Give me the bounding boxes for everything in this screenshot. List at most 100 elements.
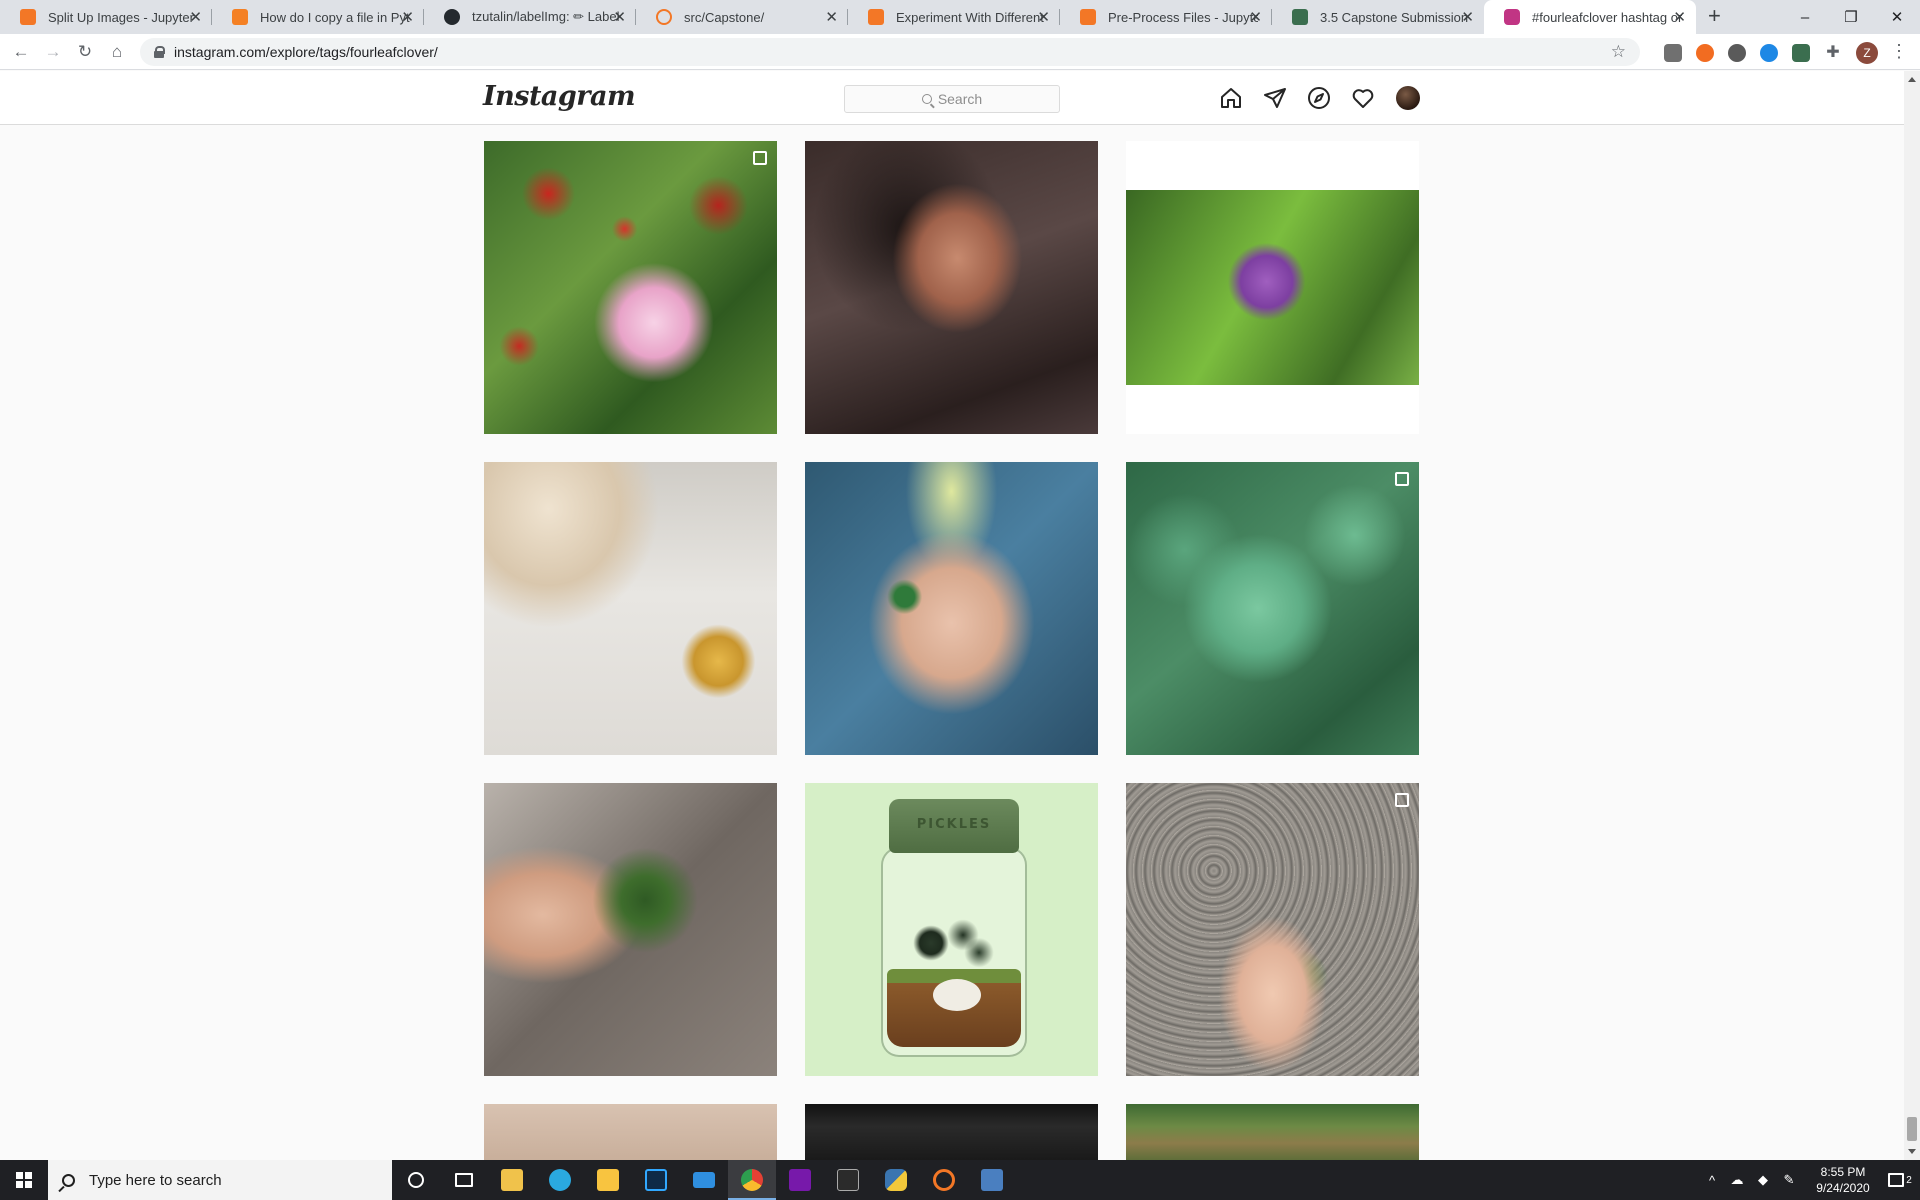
- home-button[interactable]: ⌂: [105, 40, 129, 64]
- honey-icon[interactable]: [1696, 44, 1714, 62]
- scroll-down-arrow-icon[interactable]: [1908, 1149, 1916, 1154]
- dahlia-garden-post[interactable]: [484, 141, 777, 434]
- chrome-icon[interactable]: [728, 1160, 776, 1200]
- new-tab-button[interactable]: +: [1708, 3, 1721, 29]
- close-tab-icon[interactable]: ✕: [825, 8, 838, 26]
- file-explorer-icon[interactable]: [584, 1160, 632, 1200]
- jupyter-icon[interactable]: [920, 1160, 968, 1200]
- explore-icon[interactable]: [1307, 86, 1331, 110]
- browser-toolbar: ← → ↻ ⌂ instagram.com/explore/tags/fourl…: [0, 34, 1920, 70]
- jupyter-favicon-icon: [868, 9, 884, 25]
- page-scrollbar[interactable]: [1904, 71, 1920, 1160]
- task-view-icon[interactable]: [440, 1160, 488, 1200]
- grammarly-icon[interactable]: [1664, 44, 1682, 62]
- partial-post-11[interactable]: [805, 1104, 1098, 1160]
- pickles-jar-terrarium-post[interactable]: PICKLES: [805, 783, 1098, 1076]
- scrollbar-thumb[interactable]: [1907, 1117, 1917, 1141]
- jupyter-favicon-icon: [20, 9, 36, 25]
- multiple-photos-icon: [1395, 793, 1409, 807]
- tab-title: 3.5 Capstone Submission - S: [1320, 9, 1470, 25]
- instagram-search-input[interactable]: Search: [844, 85, 1060, 113]
- scroll-up-arrow-icon[interactable]: [1908, 77, 1916, 82]
- tab-split-up-images[interactable]: Split Up Images - Jupyter N ✕: [0, 0, 212, 34]
- python-icon[interactable]: [872, 1160, 920, 1200]
- onenote-icon[interactable]: [776, 1160, 824, 1200]
- instagram-header: Instagram Search: [0, 71, 1904, 125]
- tab-copy-file-python[interactable]: How do I copy a file in Pyth ✕: [212, 0, 424, 34]
- tab-fourleafclover-active[interactable]: #fourleafclover hashtag on ✕: [1484, 0, 1696, 34]
- cortana-icon[interactable]: [392, 1160, 440, 1200]
- terminal-icon[interactable]: [824, 1160, 872, 1200]
- close-window-button[interactable]: ✕: [1874, 0, 1920, 34]
- multiple-photos-icon: [753, 151, 767, 165]
- profile-avatar-button[interactable]: Z: [1856, 42, 1878, 64]
- tab-title: Split Up Images - Jupyter N: [48, 9, 198, 25]
- bookmark-star-icon[interactable]: ☆: [1611, 42, 1626, 62]
- close-tab-icon[interactable]: ✕: [613, 8, 626, 26]
- partial-post-12[interactable]: [1126, 1104, 1419, 1160]
- edge-icon[interactable]: [536, 1160, 584, 1200]
- search-placeholder: Search: [937, 91, 983, 107]
- circle-ext-icon[interactable]: [1728, 44, 1746, 62]
- tab-pre-process-files[interactable]: Pre-Process Files - Jupyter N ✕: [1060, 0, 1272, 34]
- dropbox-icon[interactable]: ◆: [1750, 1160, 1776, 1200]
- close-tab-icon[interactable]: ✕: [1673, 8, 1686, 26]
- puzzle-icon[interactable]: ✚: [1824, 44, 1842, 62]
- tab-title: #fourleafclover hashtag on: [1532, 9, 1682, 25]
- mail-icon[interactable]: [680, 1160, 728, 1200]
- direct-icon[interactable]: [1263, 86, 1287, 110]
- capstone-favicon-icon: [1292, 9, 1308, 25]
- url-text[interactable]: instagram.com/explore/tags/fourleafclove…: [174, 44, 438, 60]
- portrait-post[interactable]: [805, 141, 1098, 434]
- search-icon: [62, 1173, 75, 1187]
- capstone-ext-icon[interactable]: [1792, 44, 1810, 62]
- store-icon[interactable]: [488, 1160, 536, 1200]
- taskbar-search-box[interactable]: Type here to search: [48, 1160, 392, 1200]
- hand-holding-clovers-post[interactable]: [484, 783, 777, 1076]
- tab-title: Pre-Process Files - Jupyter N: [1108, 9, 1258, 25]
- show-hidden-icons-chevron[interactable]: ^: [1700, 1160, 1724, 1200]
- pen-icon[interactable]: ✎: [1776, 1160, 1802, 1200]
- activity-heart-icon[interactable]: [1351, 86, 1375, 110]
- minimize-button[interactable]: –: [1782, 0, 1828, 34]
- close-tab-icon[interactable]: ✕: [1461, 8, 1474, 26]
- address-bar[interactable]: instagram.com/explore/tags/fourleafclove…: [140, 38, 1640, 66]
- four-leaf-clover-patch-post[interactable]: [1126, 462, 1419, 755]
- stackoverflow-favicon-icon: [232, 9, 248, 25]
- reload-button[interactable]: ↻: [73, 40, 97, 64]
- calculator-icon[interactable]: [968, 1160, 1016, 1200]
- menu-icon[interactable]: ⋮: [1890, 41, 1908, 62]
- partial-post-10[interactable]: [484, 1104, 777, 1160]
- close-tab-icon[interactable]: ✕: [189, 8, 202, 26]
- back-button[interactable]: ←: [9, 40, 33, 64]
- tab-src-capstone[interactable]: src/Capstone/ ✕: [636, 0, 848, 34]
- jar-clover-plants: [901, 903, 1001, 983]
- windows-logo-icon: [16, 1172, 32, 1188]
- windows-taskbar: Type here to search ^ ☁ ◆ ✎ 8:55 PM 9/24…: [0, 1160, 1920, 1200]
- profile-avatar[interactable]: [1396, 86, 1420, 110]
- tab-capstone-submission[interactable]: 3.5 Capstone Submission - S ✕: [1272, 0, 1484, 34]
- clover-necklace-post[interactable]: [484, 462, 777, 755]
- clovers-on-gravel-post[interactable]: [1126, 783, 1419, 1076]
- system-clock[interactable]: 8:55 PM 9/24/2020: [1808, 1164, 1878, 1196]
- tab-experiment[interactable]: Experiment With Different N ✕: [848, 0, 1060, 34]
- start-button[interactable]: [0, 1160, 48, 1200]
- purple-clover-flower-post[interactable]: [1126, 141, 1419, 434]
- notifications-icon[interactable]: 2: [1880, 1160, 1920, 1200]
- clover-makeup-post[interactable]: [805, 462, 1098, 755]
- forward-button[interactable]: →: [41, 40, 65, 64]
- photoshop-icon[interactable]: [632, 1160, 680, 1200]
- jupyter-favicon-icon: [1080, 9, 1096, 25]
- close-tab-icon[interactable]: ✕: [1037, 8, 1050, 26]
- m-ext-icon[interactable]: [1760, 44, 1778, 62]
- restore-button[interactable]: ❐: [1828, 0, 1874, 34]
- close-tab-icon[interactable]: ✕: [1249, 8, 1262, 26]
- instagram-logo[interactable]: Instagram: [483, 81, 636, 112]
- multiple-photos-icon: [1395, 472, 1409, 486]
- tab-labelimg-github[interactable]: tzutalin/labelImg: ✏ Label ✕: [424, 0, 636, 34]
- onedrive-icon[interactable]: ☁: [1724, 1160, 1750, 1200]
- home-icon[interactable]: [1219, 86, 1243, 110]
- close-tab-icon[interactable]: ✕: [401, 8, 414, 26]
- lock-icon[interactable]: [154, 46, 165, 58]
- jar-lid: PICKLES: [889, 799, 1019, 853]
